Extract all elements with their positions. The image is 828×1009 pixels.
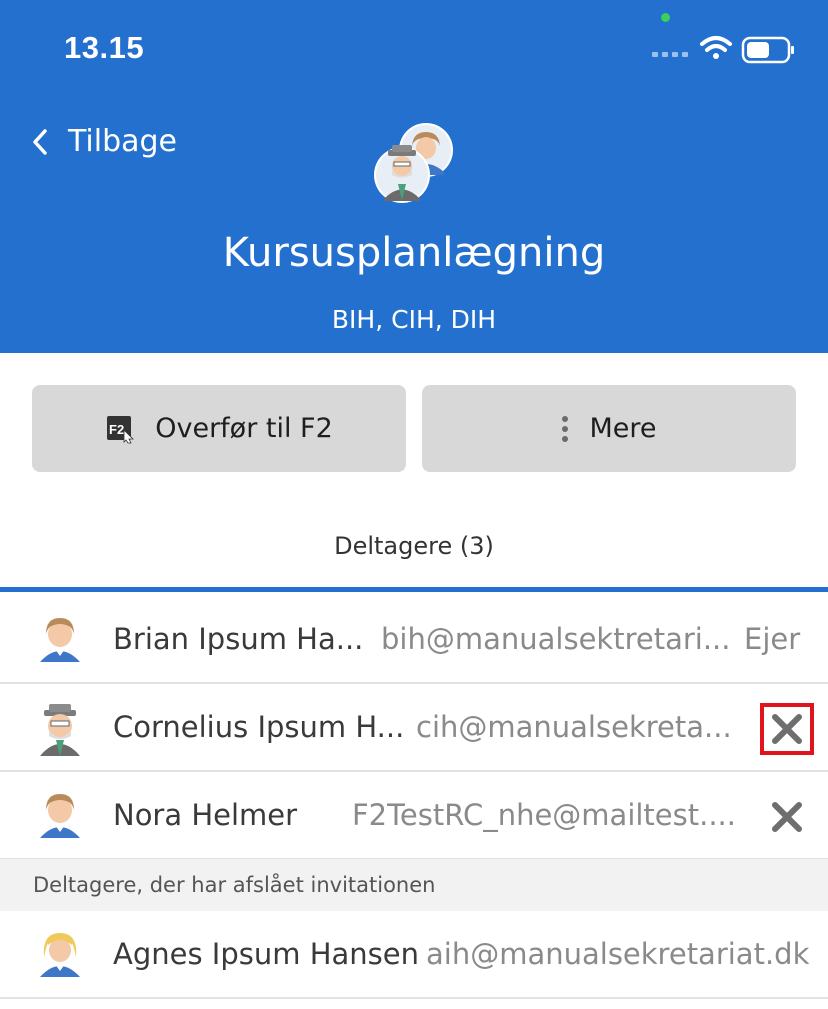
wifi-icon xyxy=(700,36,732,52)
participant-row[interactable]: Cornelius Ipsum H... cih@manualsekreta..… xyxy=(0,684,828,772)
header: 13.15 Tilbage Kursusplanlægning BIH, CIH… xyxy=(0,0,828,353)
declined-participant-row[interactable]: Agnes Ipsum Hansen aih@manualsekretariat… xyxy=(0,911,828,999)
participant-name: Agnes Ipsum Hansen xyxy=(113,937,420,971)
svg-text:F2: F2 xyxy=(109,422,124,437)
close-icon xyxy=(772,714,802,744)
participant-name: Nora Helmer xyxy=(113,798,298,832)
participant-email: F2TestRC_nhe@mailtest.... xyxy=(352,798,736,832)
tab-participants[interactable]: Deltagere (3) xyxy=(0,532,828,560)
remove-participant-button[interactable] xyxy=(760,791,814,843)
chevron-left-icon xyxy=(33,128,47,155)
more-vertical-icon xyxy=(561,415,569,443)
more-label: Mere xyxy=(589,413,657,444)
more-button[interactable]: Mere xyxy=(422,385,796,472)
back-button[interactable]: Tilbage xyxy=(30,124,177,159)
avatar xyxy=(38,616,82,666)
group-avatar-icon xyxy=(372,122,458,208)
back-label: Tilbage xyxy=(68,124,177,159)
participant-email: bih@manualsektretari... xyxy=(381,622,731,656)
tab-underline xyxy=(0,587,828,592)
page-subtitle: BIH, CIH, DIH xyxy=(331,305,497,334)
participant-name: Brian Ipsum Ha... xyxy=(113,622,364,656)
signal-icon xyxy=(652,52,688,57)
camera-indicator-icon xyxy=(661,13,670,22)
page-title: Kursusplanlægning xyxy=(222,230,606,276)
transfer-to-f2-button[interactable]: F2 Overfør til F2 xyxy=(32,385,406,472)
participant-email: aih@manualsekretariat.dk xyxy=(426,937,810,971)
status-icons xyxy=(652,32,797,70)
avatar xyxy=(38,704,82,760)
f2-icon: F2 xyxy=(105,414,135,444)
avatar xyxy=(38,792,82,842)
participant-name: Cornelius Ipsum H... xyxy=(113,710,405,744)
owner-label: Ejer xyxy=(744,622,801,656)
participant-row[interactable]: Brian Ipsum Ha... bih@manualsektretari..… xyxy=(0,596,828,684)
declined-section-header: Deltagere, der har afslået invitationen xyxy=(0,859,828,911)
remove-participant-button[interactable] xyxy=(760,703,814,755)
transfer-label: Overfør til F2 xyxy=(155,413,333,444)
battery-icon xyxy=(741,36,794,64)
close-icon xyxy=(772,802,802,832)
participant-row[interactable]: Nora Helmer F2TestRC_nhe@mailtest.... xyxy=(0,772,828,860)
status-time: 13.15 xyxy=(64,30,145,65)
avatar xyxy=(38,931,82,981)
participant-email: cih@manualsekreta... xyxy=(416,710,732,744)
